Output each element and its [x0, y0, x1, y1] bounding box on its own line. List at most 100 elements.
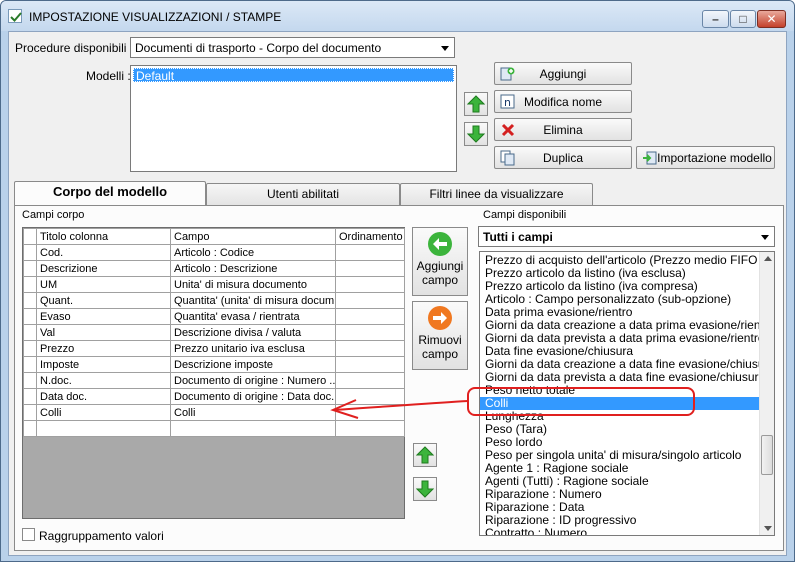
cell-ordinamento[interactable] [335, 308, 405, 325]
table-row[interactable]: Evaso Quantita' evasa / rientrata [23, 308, 405, 325]
table-row[interactable]: Descrizione Articolo : Descrizione [23, 260, 405, 277]
cell-ordinamento[interactable] [335, 292, 405, 309]
modelli-item-default[interactable]: Default [133, 68, 454, 83]
scroll-up-icon[interactable] [764, 256, 772, 261]
table-row[interactable]: Imposte Descrizione imposte [23, 356, 405, 373]
cell-titolo[interactable]: Colli [36, 404, 171, 421]
cell-ordinamento[interactable] [335, 340, 405, 357]
title-bar[interactable]: IMPOSTAZIONE VISUALIZZAZIONI / STAMPE – … [1, 1, 794, 31]
cell-campo[interactable]: Descrizione divisa / valuta [170, 324, 336, 341]
window-title: IMPOSTAZIONE VISUALIZZAZIONI / STAMPE [29, 10, 282, 24]
cell-ordinamento[interactable] [335, 324, 405, 341]
duplica-button[interactable]: Duplica [494, 146, 632, 169]
cell-campo[interactable] [170, 420, 336, 437]
campi-filter-select[interactable]: Tutti i campi [478, 226, 775, 247]
table-row[interactable]: Colli Colli [23, 404, 405, 421]
arrow-up-icon [467, 95, 485, 113]
cell-campo[interactable]: Unita' di misura documento [170, 276, 336, 293]
cell-titolo[interactable]: Quant. [36, 292, 171, 309]
move-down-field-button[interactable] [413, 477, 437, 501]
cell-titolo[interactable]: Prezzo [36, 340, 171, 357]
row-indicator[interactable] [23, 260, 37, 277]
cell-campo[interactable]: Documento di origine : Numero ... [170, 372, 336, 389]
cell-titolo[interactable]: Evaso [36, 308, 171, 325]
cell-titolo[interactable]: Imposte [36, 356, 171, 373]
cell-campo[interactable]: Documento di origine : Data doc. [170, 388, 336, 405]
cell-campo[interactable]: Quantita' evasa / rientrata [170, 308, 336, 325]
column-header-campo[interactable]: Campo [170, 228, 336, 245]
row-indicator[interactable] [23, 404, 37, 421]
campi-corpo-grid[interactable]: Titolo colonna Campo Ordinamento Cod. Art… [22, 227, 405, 519]
table-row[interactable]: Val Descrizione divisa / valuta [23, 324, 405, 341]
column-header-ordinamento[interactable]: Ordinamento [335, 228, 405, 245]
scroll-down-icon[interactable] [764, 526, 772, 531]
campi-disponibili-list[interactable]: Prezzo di acquisto dell'articolo (Prezzo… [479, 251, 775, 536]
minimize-button[interactable]: – [702, 10, 729, 28]
cell-titolo[interactable]: N.doc. [36, 372, 171, 389]
table-row[interactable]: Data doc. Documento di origine : Data doc… [23, 388, 405, 405]
aggiungi-button[interactable]: Aggiungi [494, 62, 632, 85]
row-indicator[interactable] [23, 244, 37, 261]
row-indicator[interactable] [23, 308, 37, 325]
table-row[interactable] [23, 420, 405, 437]
move-up-model-button[interactable] [464, 92, 488, 116]
cell-ordinamento[interactable] [335, 404, 405, 421]
table-row[interactable]: Quant. Quantita' (unita' di misura docum.… [23, 292, 405, 309]
row-indicator[interactable] [23, 372, 37, 389]
tab-filtri-linee[interactable]: Filtri linee da visualizzare [400, 183, 593, 205]
table-row[interactable]: N.doc. Documento di origine : Numero ... [23, 372, 405, 389]
cell-campo[interactable]: Colli [170, 404, 336, 421]
rimuovi-campo-line2: campo [421, 347, 459, 361]
cell-campo[interactable]: Quantita' (unita' di misura docum... [170, 292, 336, 309]
cell-ordinamento[interactable] [335, 372, 405, 389]
maximize-button[interactable]: □ [730, 10, 756, 28]
table-row[interactable]: Prezzo Prezzo unitario iva esclusa [23, 340, 405, 357]
table-row[interactable]: Cod. Articolo : Codice [23, 244, 405, 261]
elimina-button[interactable]: Elimina [494, 118, 632, 141]
modifica-nome-label: Modifica nome [523, 95, 603, 109]
cell-campo[interactable]: Articolo : Descrizione [170, 260, 336, 277]
move-down-model-button[interactable] [464, 122, 488, 146]
scroll-thumb[interactable] [761, 435, 773, 475]
row-indicator[interactable] [23, 292, 37, 309]
cell-campo[interactable]: Prezzo unitario iva esclusa [170, 340, 336, 357]
cell-titolo[interactable]: Cod. [36, 244, 171, 261]
cell-titolo[interactable]: Data doc. [36, 388, 171, 405]
cell-ordinamento[interactable] [335, 356, 405, 373]
cell-campo[interactable]: Descrizione imposte [170, 356, 336, 373]
client-area: Procedure disponibili : Documenti di tra… [8, 31, 787, 556]
move-up-field-button[interactable] [413, 443, 437, 467]
row-indicator[interactable] [23, 356, 37, 373]
row-indicator[interactable] [23, 276, 37, 293]
cell-ordinamento[interactable] [335, 260, 405, 277]
table-row[interactable]: UM Unita' di misura documento [23, 276, 405, 293]
arrow-right-icon [428, 306, 452, 330]
close-button[interactable]: ✕ [757, 10, 786, 28]
raggruppamento-checkbox[interactable] [22, 528, 35, 541]
cell-titolo[interactable]: Descrizione [36, 260, 171, 277]
cell-titolo[interactable]: Val [36, 324, 171, 341]
column-header-titolo[interactable]: Titolo colonna [36, 228, 171, 245]
row-indicator[interactable] [23, 388, 37, 405]
modelli-list[interactable]: Default [130, 65, 457, 172]
cell-ordinamento[interactable] [335, 276, 405, 293]
cell-ordinamento[interactable] [335, 388, 405, 405]
row-indicator[interactable] [23, 420, 37, 437]
tab-utenti-abilitati[interactable]: Utenti abilitati [206, 183, 400, 205]
procedure-select[interactable]: Documenti di trasporto - Corpo del docum… [130, 37, 455, 58]
row-indicator[interactable] [23, 340, 37, 357]
importazione-modello-button[interactable]: Importazione modello [636, 146, 775, 169]
cell-ordinamento[interactable] [335, 244, 405, 261]
rimuovi-campo-button[interactable]: Rimuovi campo [412, 301, 468, 370]
vertical-scrollbar[interactable] [759, 252, 774, 535]
tab-corpo-del-modello[interactable]: Corpo del modello [14, 181, 206, 205]
row-indicator[interactable] [23, 324, 37, 341]
cell-titolo[interactable] [36, 420, 171, 437]
cell-titolo[interactable]: UM [36, 276, 171, 293]
campi-corpo-label: Campi corpo [22, 209, 85, 221]
modifica-nome-button[interactable]: n Modifica nome [494, 90, 632, 113]
cell-ordinamento[interactable] [335, 420, 405, 437]
aggiungi-campo-button[interactable]: Aggiungi campo [412, 227, 468, 296]
campo-disponibile-item[interactable]: Contratto : Numero [485, 527, 587, 536]
cell-campo[interactable]: Articolo : Codice [170, 244, 336, 261]
